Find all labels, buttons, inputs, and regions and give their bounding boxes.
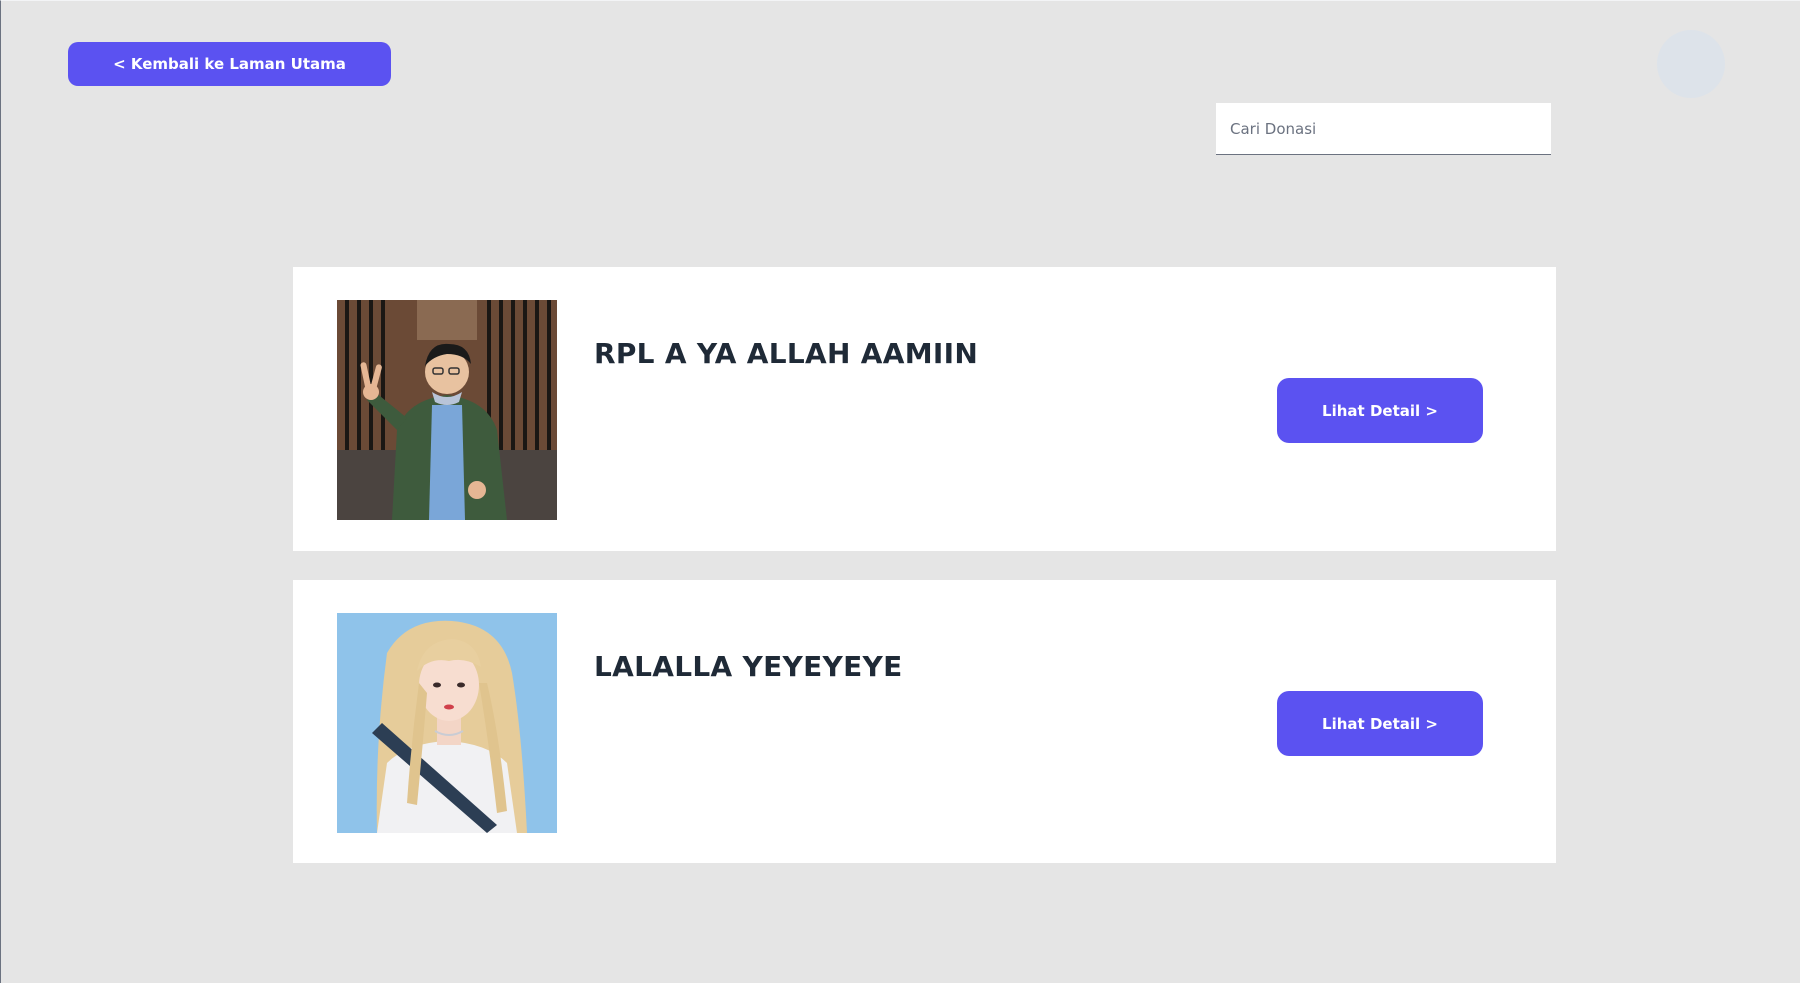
- back-to-home-button[interactable]: < Kembali ke Laman Utama: [68, 42, 391, 86]
- donation-title: LALALLA YEYEYEYE: [594, 650, 903, 683]
- donation-image: [337, 300, 557, 520]
- donation-card: RPL A YA ALLAH AAMIIN Lihat Detail >: [293, 267, 1556, 551]
- donation-title: RPL A YA ALLAH AAMIIN: [594, 337, 979, 370]
- search-donation-input[interactable]: [1216, 103, 1551, 155]
- avatar[interactable]: [1657, 30, 1725, 98]
- donation-card: LALALLA YEYEYEYE Lihat Detail >: [293, 580, 1556, 863]
- view-detail-button[interactable]: Lihat Detail >: [1277, 691, 1483, 756]
- donation-list-page: < Kembali ke Laman Utama Cari Donasi RPL…: [0, 0, 1800, 983]
- donation-image: [337, 613, 557, 833]
- view-detail-button[interactable]: Lihat Detail >: [1277, 378, 1483, 443]
